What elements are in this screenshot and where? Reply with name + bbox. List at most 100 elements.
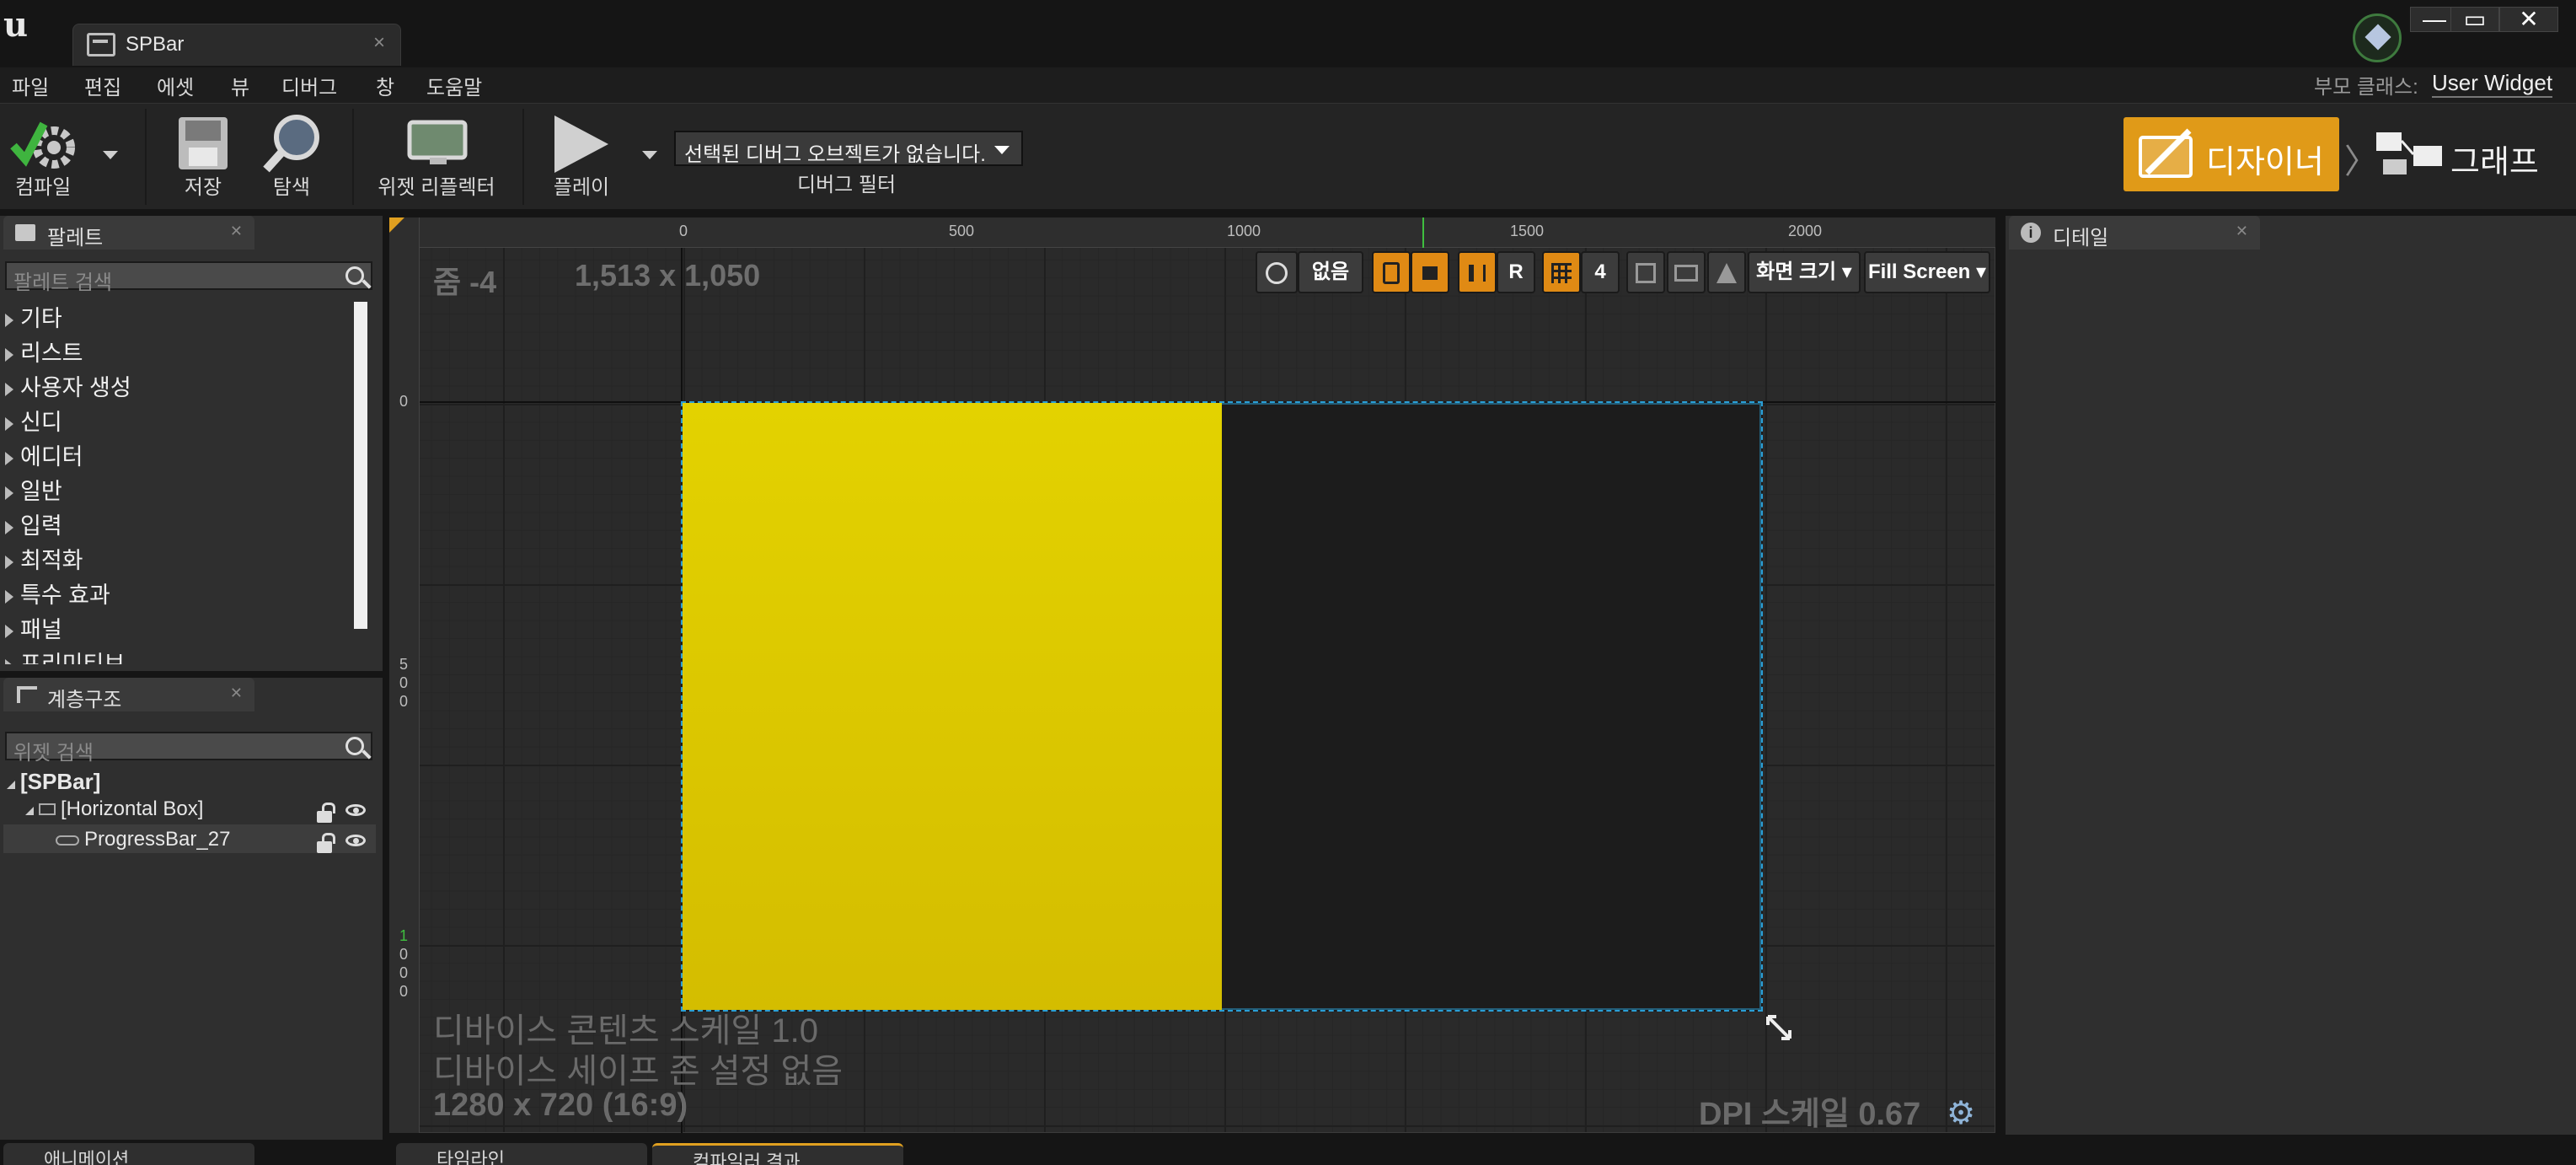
expand-arrow-icon [5,416,13,431]
palette-search-input[interactable]: 팔레트 검색 [5,261,372,294]
expand-arrow-icon [5,658,13,664]
palette-category[interactable]: 리스트 [5,335,83,368]
tree-item-horizontal-box[interactable]: [Horizontal Box] [25,797,203,821]
widget-blueprint-icon [87,33,115,56]
ruler-tick-label: 0 [399,693,409,710]
tab-timeline[interactable]: 타임라인 [396,1143,647,1165]
close-tab-icon[interactable]: × [373,31,385,55]
expand-arrow-icon [5,555,13,569]
toolbar-separator [352,109,354,205]
document-tab[interactable]: SPBar × [72,24,401,66]
toolbar-separator [522,109,524,205]
none-label: 없음 [1311,260,1350,283]
zoom-level: 줌 -4 [433,265,497,299]
details-panel: i 디테일 ✕ [2006,216,2576,1135]
grid-snap-toggle[interactable] [1542,251,1581,293]
tab-compiler-results[interactable]: 컴파일러 결과 [652,1143,903,1165]
search-icon [345,737,364,755]
screen-size-dropdown[interactable]: 화면 크기 ▾ [1748,251,1861,293]
expand-arrow-icon [5,486,13,500]
image-icon [1674,264,1698,282]
browse-button[interactable]: 탐색 [253,109,330,205]
document-tab-title: SPBar [126,33,185,56]
layout-toggle-button[interactable] [1458,251,1497,293]
expand-arrow-icon [5,520,13,534]
palette-category[interactable]: 프리미티브 [5,646,125,664]
background-toggle-button[interactable] [1667,251,1706,293]
widget-search-input[interactable]: 위젯 검색 [5,732,372,765]
palette-category[interactable]: 에디터 [5,438,83,471]
r-button[interactable]: R [1497,251,1535,293]
close-panel-icon[interactable]: ✕ [230,223,243,240]
menu-file[interactable]: 파일 [12,71,49,100]
menu-view[interactable]: 뷰 [231,71,249,100]
dpi-settings-gear-icon[interactable]: ⚙ [1947,1094,1975,1132]
localization-preview-dropdown[interactable]: 없음 [1298,251,1363,293]
ruler-vertical: 0 5 0 0 1 0 0 0 [389,217,420,1133]
ruler-corner-marker [389,217,404,233]
palette-category[interactable]: 최적화 [5,542,83,575]
lock-icon[interactable] [317,833,335,853]
progress-bar-fill[interactable] [683,403,1222,1010]
graph-icon [2376,132,2442,174]
hierarchy-tab-label: 계층구조 [47,689,122,711]
grid-snap-value[interactable]: 4 [1581,251,1620,293]
close-window-button[interactable]: ✕ [2499,7,2558,32]
source-control-icon[interactable] [2353,13,2402,62]
ruler-tick-label: 1 [399,927,409,944]
menu-window[interactable]: 창 [376,71,394,100]
lock-toggle-button[interactable] [1411,251,1449,293]
world-space-button[interactable] [1256,251,1298,293]
graph-mode-button[interactable]: 그래프 [2370,117,2563,191]
parent-class-link[interactable]: User Widget [2432,70,2553,98]
palette-scrollbar[interactable] [354,302,367,629]
visibility-eye-icon[interactable] [345,804,366,816]
compile-options-caret-icon[interactable] [103,151,118,159]
ruler-horizontal: 0 500 1000 1500 2000 [389,217,1995,248]
palette-category[interactable]: 기타 [5,300,62,333]
menu-edit[interactable]: 편집 [84,71,121,100]
lock-icon[interactable] [317,803,335,823]
menu-help[interactable]: 도움말 [426,71,482,100]
menu-debug[interactable]: 디버그 [281,71,337,100]
palette-category[interactable]: 패널 [5,611,62,644]
resize-handle-icon[interactable] [1765,1013,1793,1042]
play-button[interactable]: 플레이 [539,109,624,205]
tab-palette[interactable]: 팔레트 ✕ [3,216,254,250]
mirror-toggle-button[interactable] [1707,251,1746,293]
close-panel-icon[interactable]: ✕ [2236,223,2248,240]
save-button[interactable]: 저장 [165,109,241,205]
outline-icon [1383,261,1400,284]
details-tab-label: 디테일 [2053,227,2109,250]
palette-category[interactable]: 신디 [5,404,62,437]
tree-root-item[interactable]: [SPBar] [7,769,100,795]
close-panel-icon[interactable]: ✕ [230,685,243,702]
expand-arrow-icon [5,624,13,638]
menu-asset[interactable]: 에셋 [157,71,194,100]
palette-category[interactable]: 입력 [5,507,62,540]
designer-mode-button[interactable]: 디자이너 [2123,117,2339,191]
tab-hierarchy[interactable]: 계층구조 ✕ [3,678,254,711]
graph-label: 그래프 [2450,145,2539,180]
tree-item-progress-bar[interactable]: ProgressBar_27 [56,828,230,851]
palette-category[interactable]: 사용자 생성 [5,369,131,402]
tab-animation[interactable]: 애니메이션 [3,1143,254,1165]
zoom-to-fit-button[interactable] [1626,251,1665,293]
fill-screen-dropdown[interactable]: Fill Screen ▾ [1864,251,1990,293]
debug-object-dropdown[interactable]: 선택된 디버그 오브젝트가 없습니다. [674,131,1023,166]
expand-arrow-icon [5,313,13,327]
widget-reflector-button[interactable]: 위젯 리플렉터 [369,109,504,205]
play-label: 플레이 [553,176,610,199]
screen-size-label: 화면 크기 [1756,260,1837,283]
palette-category[interactable]: 특수 효과 [5,577,110,609]
play-options-caret-icon[interactable] [642,151,657,159]
respect-locks-button[interactable] [1372,251,1411,293]
tab-details[interactable]: i 디테일 ✕ [2009,216,2260,250]
compile-button[interactable]: 컴파일 [2,109,89,205]
ruler-tick-label: 0 [679,223,688,239]
lock-icon [1422,266,1438,280]
visibility-eye-icon[interactable] [345,835,366,846]
maximize-button[interactable]: ▭ [2450,7,2499,32]
save-icon [179,117,228,169]
palette-category[interactable]: 일반 [5,473,62,506]
